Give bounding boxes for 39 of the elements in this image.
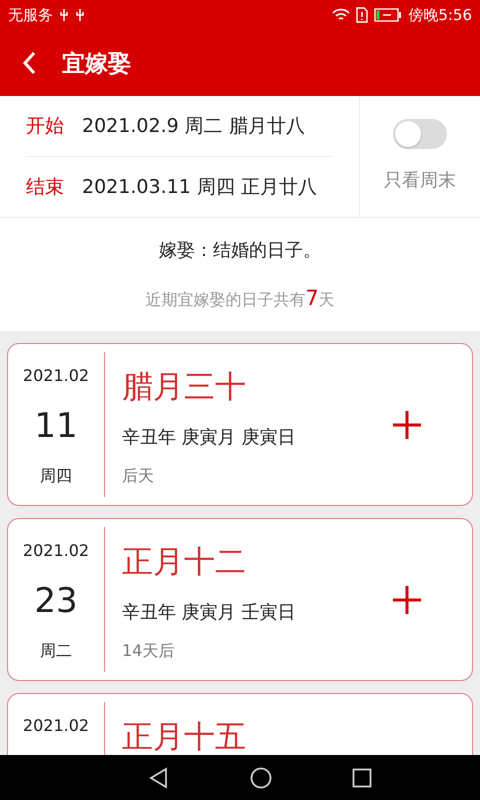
add-icon[interactable] bbox=[392, 410, 422, 440]
date-value[interactable]: 2021.03.11 周四 正月廿八 bbox=[82, 174, 317, 200]
home-icon[interactable] bbox=[250, 766, 272, 788]
carrier-text: 无服务 bbox=[8, 6, 53, 24]
month-text: 2021.02 bbox=[22, 541, 90, 560]
recent-apps-icon[interactable] bbox=[352, 768, 372, 788]
relative-day: 后天 bbox=[122, 466, 392, 487]
day-card[interactable]: 2021.02 11 周四 腊月三十 辛丑年 庚寅月 庚寅日 后天 bbox=[7, 343, 473, 506]
date-label: 结束 bbox=[26, 175, 64, 200]
day-card[interactable]: 2021.02 正月十五 bbox=[7, 693, 473, 755]
count-text: 近期宜嫁娶的日子共有7天 bbox=[145, 286, 335, 311]
weekday-text: 周二 bbox=[40, 641, 72, 662]
month-text: 2021.02 bbox=[22, 366, 90, 385]
add-icon[interactable] bbox=[392, 584, 422, 614]
usb-icon bbox=[75, 8, 85, 22]
definition-text: 嫁娶：结婚的日子。 bbox=[159, 239, 321, 262]
date-value[interactable]: 2021.02.9 周二 腊月廿八 bbox=[82, 113, 305, 139]
day-number: 11 bbox=[34, 406, 78, 446]
lunar-date: 正月十二 bbox=[122, 543, 247, 582]
day-number: 23 bbox=[34, 580, 78, 620]
clock-text: 傍晚5:56 bbox=[408, 6, 472, 24]
sim-icon bbox=[356, 7, 368, 23]
day-card[interactable]: 2021.02 23 周二 正月十二 辛丑年 庚寅月 壬寅日 14天后 bbox=[7, 518, 473, 681]
page-title: 宜嫁娶 bbox=[62, 50, 131, 78]
weekend-toggle[interactable] bbox=[393, 119, 447, 150]
date-label: 开始 bbox=[26, 114, 64, 139]
back-icon[interactable] bbox=[22, 51, 36, 75]
month-text: 2021.02 bbox=[22, 716, 90, 735]
relative-day: 14天后 bbox=[122, 641, 392, 662]
toggle-label: 只看周末 bbox=[384, 168, 456, 192]
weekday-text: 周四 bbox=[40, 466, 72, 487]
lunar-date: 腊月三十 bbox=[122, 368, 247, 407]
lunar-date: 正月十五 bbox=[122, 718, 247, 755]
back-nav-icon[interactable] bbox=[148, 766, 170, 788]
usb-icon bbox=[59, 8, 69, 22]
ganzhi-text: 辛丑年 庚寅月 壬寅日 bbox=[122, 601, 296, 624]
wifi-icon bbox=[332, 8, 350, 22]
battery-icon bbox=[374, 8, 402, 22]
ganzhi-text: 辛丑年 庚寅月 庚寅日 bbox=[122, 426, 296, 449]
